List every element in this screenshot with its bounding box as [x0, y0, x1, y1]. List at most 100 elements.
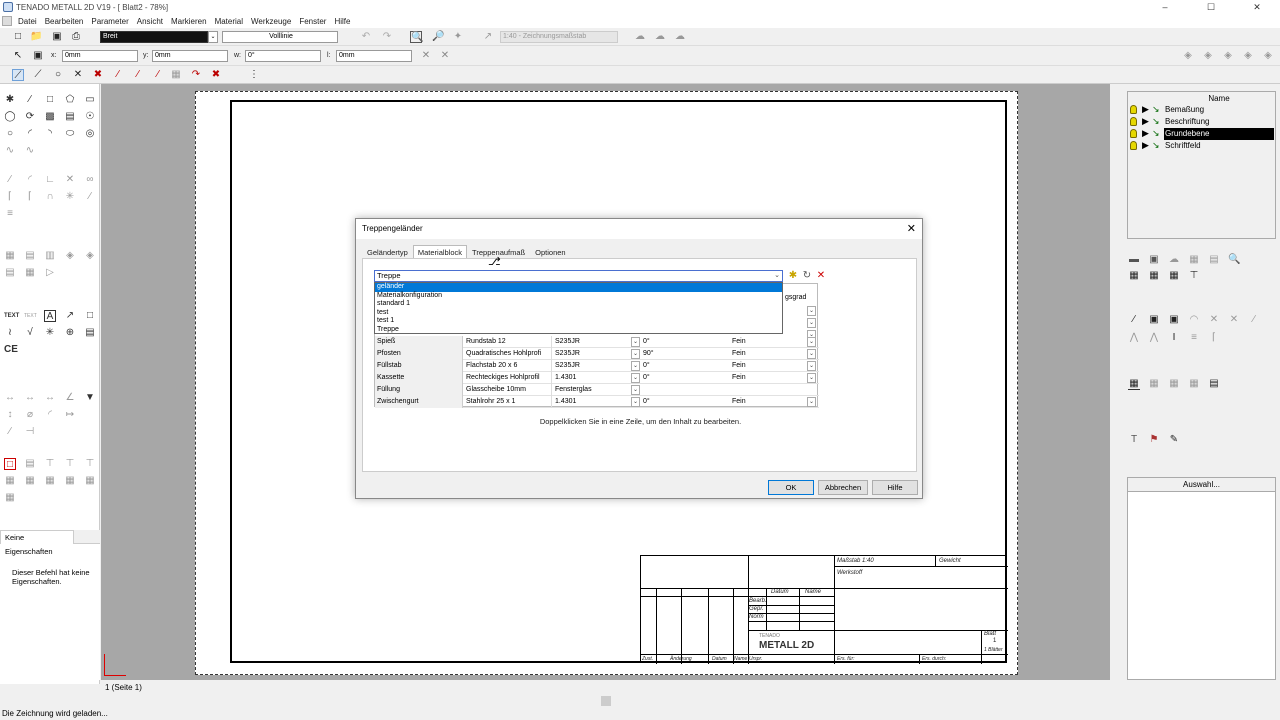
steel-grate-icon[interactable]: ▦ — [64, 475, 76, 487]
bulb-shape-icon[interactable]: ◯ — [4, 111, 16, 123]
corner-icon[interactable]: ⌈ — [24, 191, 36, 203]
print-icon[interactable]: ⎙ — [70, 31, 82, 43]
railing4-icon[interactable]: ▦ — [1188, 378, 1200, 390]
cancel-button[interactable]: Abbrechen — [818, 480, 868, 495]
detail-icon[interactable]: ◈ — [64, 250, 76, 262]
chevron-down-icon[interactable]: ⌄ — [807, 318, 816, 328]
snap-tangent-icon[interactable]: ↷ — [190, 69, 202, 81]
railing5-icon[interactable]: ▤ — [1208, 378, 1220, 390]
line-icon[interactable]: ∕ — [24, 94, 36, 106]
steel-gate-icon[interactable]: ▦ — [24, 475, 36, 487]
frame-icon[interactable]: ▣ — [1148, 254, 1160, 266]
snap-perp-icon[interactable]: ∕ — [152, 69, 164, 81]
pen-icon[interactable]: ↘ — [1152, 141, 1160, 150]
center-mark-icon[interactable]: ✳ — [44, 327, 56, 339]
close-input-icon[interactable]: ✕ — [439, 50, 451, 62]
bulb-icon[interactable] — [1130, 129, 1137, 138]
dim-edit-icon[interactable]: ∕ — [4, 426, 16, 438]
layer-row[interactable]: ▶ ↘ Bemaßung — [1128, 104, 1276, 116]
chevron-down-icon[interactable]: ⌄ — [631, 397, 640, 407]
extend-icon[interactable]: ∞ — [84, 174, 96, 186]
dim-arc-icon[interactable]: ◜ — [44, 409, 56, 421]
chevron-down-icon[interactable]: ⌄ — [631, 373, 640, 383]
tool2-icon[interactable]: ∕ — [1248, 314, 1260, 326]
grid2-icon[interactable]: ▦ — [1148, 270, 1160, 282]
open-folder-icon[interactable]: 📁 — [30, 31, 42, 43]
table-row[interactable]: Füllstab Flachstab 20 x 6 S235JR ⌄ 0° Fe… — [375, 360, 819, 372]
ce-mark-icon[interactable]: CE — [4, 344, 18, 356]
layer-row[interactable]: ▶ ↘ Grundebene — [1128, 128, 1276, 140]
polygon-icon[interactable]: ⬠ — [64, 94, 76, 106]
table-row[interactable]: Füllung Glasscheibe 10mm Fensterglas ⌄ — [375, 384, 819, 396]
hammer-icon[interactable]: ✕ — [1228, 314, 1240, 326]
parallel-icon[interactable]: ∕ — [4, 174, 16, 186]
circle-tool-icon[interactable]: ○ — [4, 128, 16, 140]
cut-icon[interactable]: ◈ — [84, 250, 96, 262]
pen-select[interactable]: Breit — [100, 31, 208, 43]
layout-icon[interactable]: ▤ — [24, 250, 36, 262]
bulb-icon[interactable] — [1130, 105, 1137, 114]
grid1-icon[interactable]: ▦ — [1128, 270, 1140, 282]
cloud-upload-icon[interactable]: ☁ — [654, 31, 666, 43]
cancel-input-icon[interactable]: ✕ — [420, 50, 432, 62]
cross-icon[interactable]: ✕ — [72, 69, 84, 81]
chevron-down-icon[interactable]: ⌄ — [208, 31, 218, 43]
rectangle-icon[interactable]: □ — [44, 94, 56, 106]
tab-optionen[interactable]: Optionen — [530, 245, 570, 259]
chevron-down-icon[interactable]: ⌄ — [807, 373, 816, 383]
weld-icon[interactable]: ≀ — [4, 327, 16, 339]
pointer-icon[interactable]: ▶ — [1142, 117, 1149, 126]
box-icon[interactable]: ▣ — [1168, 314, 1180, 326]
grid-dots-icon[interactable]: ⋮ — [248, 69, 260, 81]
lock-icon[interactable]: ◈ — [1242, 50, 1254, 62]
undo-icon[interactable]: ↶ — [360, 31, 372, 43]
bar-icon[interactable]: ∕ — [1128, 314, 1140, 326]
dim-diameter-icon[interactable]: ⌀ — [24, 409, 36, 421]
surface-icon[interactable]: √ — [24, 327, 36, 339]
chart-icon[interactable]: ▤ — [1208, 254, 1220, 266]
position-icon[interactable]: ⊕ — [64, 327, 76, 339]
snap-grid-icon[interactable]: ▦ — [170, 69, 182, 81]
cross-tool-icon[interactable]: ✕ — [1208, 314, 1220, 326]
dropdown-item[interactable]: standard 1 — [375, 300, 782, 309]
menu-hilfe[interactable]: Hilfe — [330, 17, 354, 26]
channel-icon[interactable]: ≡ — [1188, 332, 1200, 344]
table-row[interactable]: Kassette Rechteckiges Hohlprofil 1.4301 … — [375, 372, 819, 384]
menu-markieren[interactable]: Markieren — [167, 17, 211, 26]
chevron-down-icon[interactable]: ⌄ — [631, 349, 640, 359]
pointer-icon[interactable]: ▶ — [1142, 141, 1149, 150]
view-icon[interactable]: ▥ — [44, 250, 56, 262]
menu-parameter[interactable]: Parameter — [87, 17, 132, 26]
dim-chain-icon[interactable]: ↔ — [24, 392, 36, 404]
chevron-down-icon[interactable]: ⌄ — [807, 361, 816, 371]
menu-bearbeiten[interactable]: Bearbeiten — [41, 17, 88, 26]
leader-icon[interactable]: ↗ — [64, 310, 76, 322]
pen-icon[interactable]: ↘ — [1152, 117, 1160, 126]
dropdown-item[interactable]: Treppe — [375, 326, 782, 335]
x-input[interactable]: 0mm — [62, 50, 138, 62]
lines-icon[interactable]: ≡ — [4, 208, 16, 220]
copy-icon[interactable]: ↻ — [801, 270, 813, 282]
circle-center-icon[interactable]: ☉ — [84, 111, 96, 123]
paint-icon[interactable]: ◈ — [1222, 50, 1234, 62]
steel-stair-icon[interactable]: ⊤ — [64, 458, 76, 470]
material-config-combo[interactable]: Treppe ⌄ — [374, 270, 783, 282]
horizontal-scrollbar[interactable] — [101, 696, 1115, 708]
chevron-down-icon[interactable]: ⌄ — [774, 271, 780, 281]
redo-icon[interactable]: ↷ — [381, 31, 393, 43]
multitext-icon[interactable]: TEXT — [24, 310, 37, 322]
layer-row[interactable]: ▶ ↘ Beschriftung — [1128, 116, 1276, 128]
trim-icon[interactable]: ✕ — [64, 174, 76, 186]
angle2-icon[interactable]: ⋀ — [1148, 332, 1160, 344]
chevron-down-icon[interactable]: ⌄ — [631, 385, 640, 395]
snap-icon[interactable]: ▣ — [32, 50, 44, 62]
pan-icon[interactable]: ✦ — [452, 31, 464, 43]
w-input[interactable]: 0° — [245, 50, 321, 62]
measure-icon[interactable]: ↗ — [482, 31, 494, 43]
snap-intersect-icon[interactable]: ∕ — [132, 69, 144, 81]
delete-icon[interactable]: ✕ — [815, 270, 827, 282]
dropdown-item[interactable]: test 1 — [375, 317, 782, 326]
pointer-icon[interactable]: ↖ — [12, 50, 24, 62]
chevron-down-icon[interactable]: ⌄ — [807, 306, 816, 316]
cloud-icon[interactable]: ☁ — [1168, 254, 1180, 266]
